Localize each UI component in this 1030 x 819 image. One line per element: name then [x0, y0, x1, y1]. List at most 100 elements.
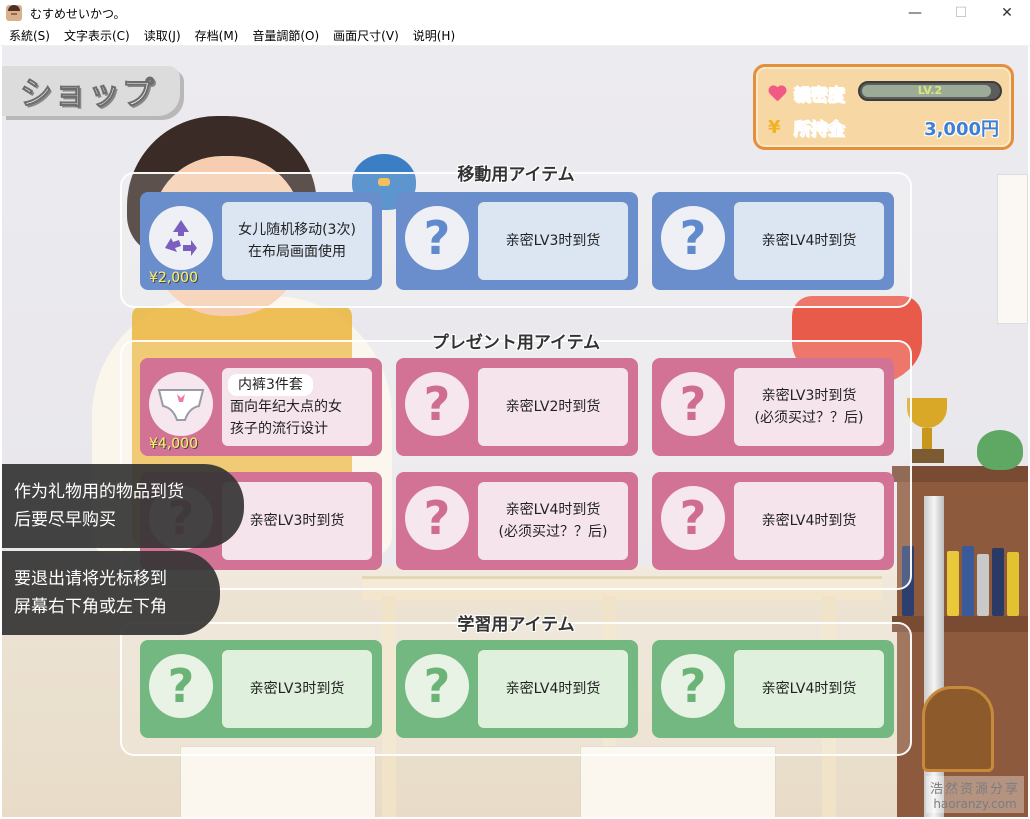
shop-item-card-locked[interactable]: ? 亲密LV3时到货	[140, 640, 382, 738]
item-unlock-condition: 亲密LV3时到货	[249, 513, 345, 529]
item-description-panel: 亲密LV3时到货	[222, 650, 372, 728]
shop-item-card-locked[interactable]: ? 亲密LV4时到货	[652, 472, 894, 570]
heart-icon	[768, 86, 786, 102]
shop-item-card-locked[interactable]: ? 亲密LV4时到货	[396, 640, 638, 738]
item-unlock-condition: 亲密LV4时到货	[505, 502, 601, 518]
item-description: 在布局画面使用	[248, 244, 346, 260]
question-icon: ?	[405, 206, 469, 270]
question-icon: ?	[661, 654, 725, 718]
background-poster	[580, 746, 776, 817]
section-present-items: プレゼント用アイテム 内裤3件套 面向年纪大点的女 孩子的流行设计 ¥4,000…	[120, 333, 912, 590]
menu-volume[interactable]: 音量調節(O)	[245, 27, 326, 44]
item-description: 面向年纪大点的女	[230, 399, 342, 415]
hint-tooltip-exit: 要退出请将光标移到 屏幕右下角或左下角	[2, 551, 220, 635]
item-unlock-requirement: (必须买过？？后)	[498, 524, 608, 540]
watermark-text: 浩然资源分享	[929, 782, 1020, 797]
money-label: 所持金	[794, 120, 846, 141]
book	[962, 546, 974, 616]
menu-text-display[interactable]: 文字表示(C)	[57, 27, 137, 44]
frog-figure	[977, 430, 1023, 470]
section-title: 学習用アイテム	[457, 615, 575, 635]
shop-item-card-locked[interactable]: ? 亲密LV2时到货	[396, 358, 638, 456]
shop-item-card-locked[interactable]: ? 亲密LV3时到货 (必须买过？？后)	[652, 358, 894, 456]
book	[947, 551, 959, 616]
trophy-stem	[922, 428, 932, 450]
item-description-panel: 亲密LV4时到货	[734, 202, 884, 280]
item-description-panel: 亲密LV4时到货 (必须买过？？后)	[478, 482, 628, 560]
question-icon: ?	[405, 372, 469, 436]
menu-load[interactable]: 读取(J)	[137, 27, 188, 44]
affinity-level-bar: LV.2	[858, 81, 1002, 101]
window-titlebar: むすめせいかつ。 — ☐ ✕	[0, 0, 1030, 26]
hint-line: 作为礼物用的物品到货	[14, 482, 184, 502]
menu-bar: 系統(S) 文字表示(C) 读取(J) 存档(M) 音量調節(O) 画面尺寸(V…	[0, 26, 1030, 46]
app-icon	[6, 5, 22, 21]
close-button[interactable]: ✕	[984, 0, 1030, 26]
item-unlock-condition: 亲密LV4时到货	[761, 513, 857, 529]
shop-item-card-locked[interactable]: ? 亲密LV4时到货	[652, 640, 894, 738]
shop-item-card[interactable]: 内裤3件套 面向年纪大点的女 孩子的流行设计 ¥4,000	[140, 358, 382, 456]
hint-tooltip-gifts: 作为礼物用的物品到货 后要尽早购买	[2, 464, 244, 548]
book	[977, 554, 989, 616]
shop-title-badge: ショップ	[2, 66, 180, 116]
item-description-panel: 亲密LV3时到货 (必须买过？？后)	[734, 368, 884, 446]
item-description-panel: 女儿随机移动(3次) 在布局画面使用	[222, 202, 372, 280]
watermark: 浩然资源分享 haoranzy.com	[925, 776, 1024, 813]
item-description-panel: 亲密LV2时到货	[478, 368, 628, 446]
question-icon: ?	[149, 654, 213, 718]
yen-icon: ¥	[768, 117, 781, 138]
item-unlock-condition: 亲密LV3时到货	[761, 388, 857, 404]
shop-item-card-locked[interactable]: ? 亲密LV3时到货	[396, 192, 638, 290]
shelf-board	[892, 616, 1028, 632]
item-name: 女儿随机移动(3次)	[238, 222, 356, 238]
background-poster	[180, 746, 376, 817]
item-unlock-condition: 亲密LV4时到货	[761, 681, 857, 697]
hint-line: 后要尽早购买	[14, 510, 116, 530]
radio-figure	[922, 686, 994, 772]
game-screen[interactable]: ショップ 親密度 LV.2 ¥ 所持金 3,000円 移動用アイテム 女儿随机移…	[2, 46, 1028, 817]
panty-icon	[149, 372, 213, 436]
window-title: むすめせいかつ。	[30, 6, 126, 21]
item-unlock-condition: 亲密LV4时到货	[761, 233, 857, 249]
menu-help[interactable]: 说明(H)	[406, 27, 462, 44]
background-wall-art	[997, 174, 1028, 324]
minimize-button[interactable]: —	[892, 0, 938, 26]
item-description-panel: 亲密LV4时到货	[734, 482, 884, 560]
shop-title: ショップ	[19, 74, 157, 113]
question-icon: ?	[661, 372, 725, 436]
watermark-url: haoranzy.com	[933, 797, 1017, 811]
item-description: 孩子的流行设计	[230, 421, 328, 437]
maximize-button[interactable]: ☐	[938, 0, 984, 26]
section-movement-items: 移動用アイテム 女儿随机移动(3次) 在布局画面使用 ¥2,000 ? 亲密LV…	[120, 165, 912, 308]
item-name: 内裤3件套	[228, 374, 313, 396]
menu-save[interactable]: 存档(M)	[188, 27, 246, 44]
item-price: ¥2,000	[149, 270, 198, 286]
affinity-level-text: LV.2	[917, 84, 943, 97]
affinity-label: 親密度	[794, 86, 846, 107]
item-unlock-condition: 亲密LV4时到货	[505, 681, 601, 697]
affinity-row: 親密度	[768, 81, 846, 107]
menu-system[interactable]: 系統(S)	[0, 27, 57, 44]
book	[992, 548, 1004, 616]
item-description-panel: 亲密LV4时到货	[478, 650, 628, 728]
item-unlock-condition: 亲密LV3时到货	[505, 233, 601, 249]
window-controls: — ☐ ✕	[892, 0, 1030, 26]
shop-item-card-locked[interactable]: ? 亲密LV4时到货	[652, 192, 894, 290]
question-icon: ?	[405, 486, 469, 550]
book	[1007, 552, 1019, 616]
status-panel: 親密度 LV.2 ¥ 所持金 3,000円	[753, 64, 1014, 150]
question-icon: ?	[661, 486, 725, 550]
trophy-base	[910, 449, 944, 463]
hint-line: 屏幕右下角或左下角	[14, 597, 167, 617]
item-description-panel: 亲密LV3时到货	[222, 482, 372, 560]
menu-screen-size[interactable]: 画面尺寸(V)	[326, 27, 406, 44]
item-unlock-requirement: (必须买过？？后)	[754, 410, 864, 426]
item-unlock-condition: 亲密LV3时到货	[249, 681, 345, 697]
item-description-panel: 内裤3件套 面向年纪大点的女 孩子的流行设计	[222, 368, 372, 446]
item-description-panel: 亲密LV3时到货	[478, 202, 628, 280]
money-row: ¥ 所持金	[768, 115, 845, 140]
item-price: ¥4,000	[149, 436, 198, 452]
section-title: 移動用アイテム	[457, 165, 575, 185]
shop-item-card-locked[interactable]: ? 亲密LV4时到货 (必须买过？？后)	[396, 472, 638, 570]
shop-item-card[interactable]: 女儿随机移动(3次) 在布局画面使用 ¥2,000	[140, 192, 382, 290]
